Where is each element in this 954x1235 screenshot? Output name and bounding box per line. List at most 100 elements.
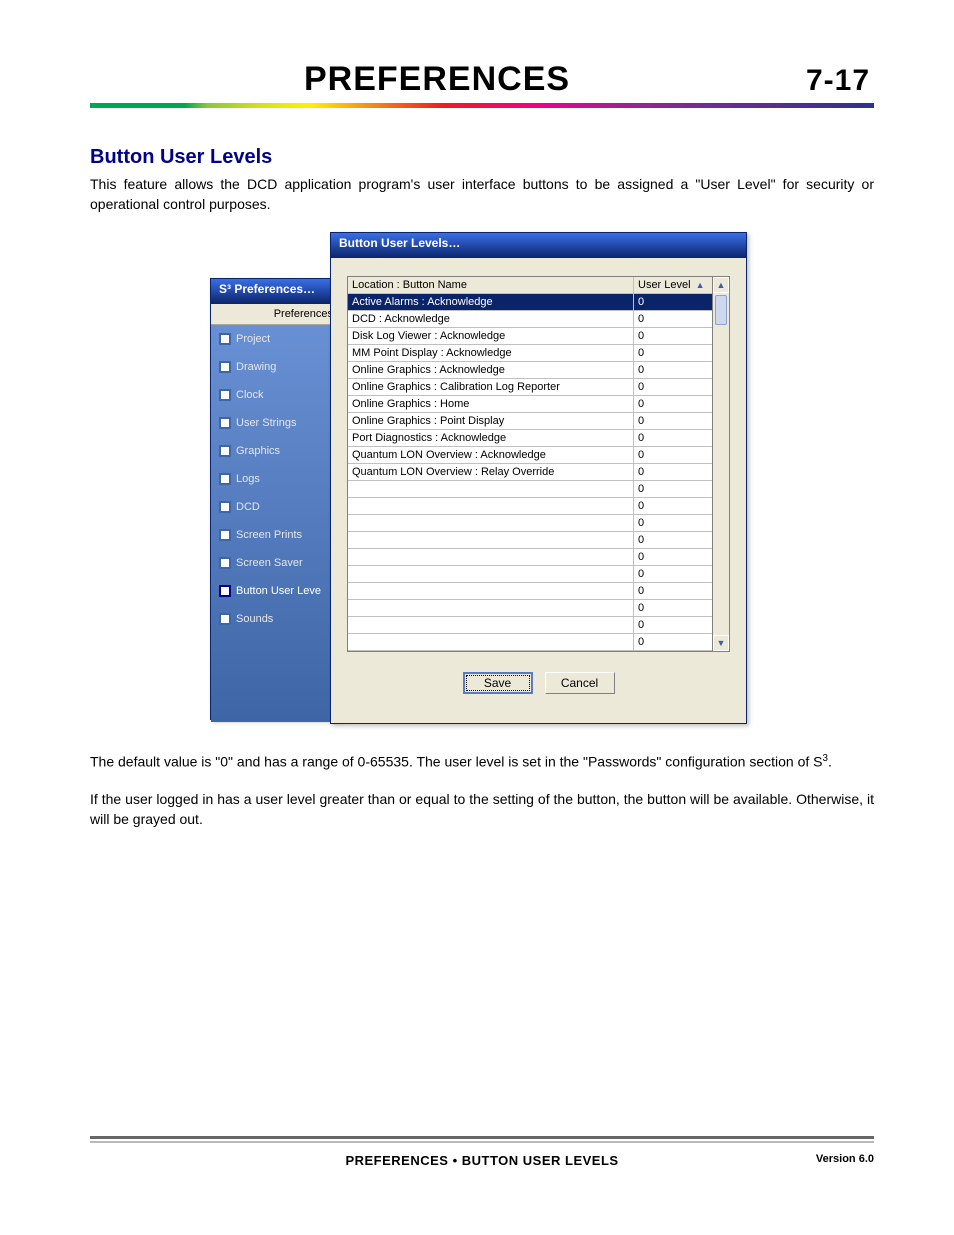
cell-user-level[interactable]: 0 — [634, 294, 712, 310]
preferences-titlebar: S³ Preferences… — [211, 279, 341, 304]
table-row[interactable]: Online Graphics : Point Display0 — [348, 413, 712, 430]
table-row[interactable]: 0 — [348, 549, 712, 566]
button-user-levels-window: Button User Levels… Location : Button Na… — [330, 232, 747, 724]
table-row[interactable]: MM Point Display : Acknowledge0 — [348, 345, 712, 362]
cell-location — [348, 515, 634, 531]
nav-item[interactable]: Logs — [211, 465, 341, 493]
intro-paragraph: This feature allows the DCD application … — [90, 175, 874, 214]
nav-item-label: Graphics — [236, 445, 280, 457]
nav-item-label: DCD — [236, 501, 260, 513]
nav-bullet-icon — [219, 333, 231, 345]
cell-user-level[interactable]: 0 — [634, 600, 712, 616]
col-user-level[interactable]: User Level ▲ — [634, 277, 712, 293]
cell-user-level[interactable]: 0 — [634, 634, 712, 650]
after-paragraph-2: If the user logged in has a user level g… — [90, 790, 874, 829]
nav-bullet-icon — [219, 389, 231, 401]
table-row[interactable]: 0 — [348, 617, 712, 634]
nav-item[interactable]: Clock — [211, 381, 341, 409]
table-row[interactable]: Active Alarms : Acknowledge0 — [348, 294, 712, 311]
scroll-thumb[interactable] — [715, 295, 727, 325]
scroll-up-button[interactable]: ▲ — [713, 277, 729, 293]
footer-rule-light — [90, 1141, 874, 1143]
nav-item-label: Screen Prints — [236, 529, 302, 541]
cell-user-level[interactable]: 0 — [634, 328, 712, 344]
cell-user-level[interactable]: 0 — [634, 566, 712, 582]
cell-user-level[interactable]: 0 — [634, 549, 712, 565]
table-row[interactable]: 0 — [348, 600, 712, 617]
nav-bullet-icon — [219, 445, 231, 457]
sort-up-icon: ▲ — [696, 280, 705, 290]
table-row[interactable]: 0 — [348, 481, 712, 498]
nav-bullet-icon — [219, 473, 231, 485]
nav-bullet-icon — [219, 557, 231, 569]
table-row[interactable]: Quantum LON Overview : Relay Override0 — [348, 464, 712, 481]
cell-location: Online Graphics : Acknowledge — [348, 362, 634, 378]
cell-user-level[interactable]: 0 — [634, 413, 712, 429]
nav-item[interactable]: Button User Leve — [211, 577, 341, 605]
document-page: PREFERENCES 7-17 Button User Levels This… — [0, 0, 954, 1235]
table-row[interactable]: Online Graphics : Calibration Log Report… — [348, 379, 712, 396]
cell-user-level[interactable]: 0 — [634, 498, 712, 514]
cell-location — [348, 600, 634, 616]
cell-user-level[interactable]: 0 — [634, 430, 712, 446]
page-header: PREFERENCES 7-17 — [90, 60, 874, 101]
table-row[interactable]: Online Graphics : Home0 — [348, 396, 712, 413]
after-p1-a: The default value is "0" and has a range… — [90, 754, 823, 770]
preferences-nav-list: Project Drawing Clock User Strings Graphics L… — [211, 325, 341, 633]
cell-user-level[interactable]: 0 — [634, 379, 712, 395]
cell-user-level[interactable]: 0 — [634, 532, 712, 548]
cell-location — [348, 634, 634, 650]
dialog-button-row: Save Cancel — [347, 672, 730, 694]
cell-user-level[interactable]: 0 — [634, 311, 712, 327]
cell-user-level[interactable]: 0 — [634, 464, 712, 480]
table-row[interactable]: 0 — [348, 532, 712, 549]
table-row[interactable]: Disk Log Viewer : Acknowledge0 — [348, 328, 712, 345]
nav-item[interactable]: Screen Prints — [211, 521, 341, 549]
nav-item[interactable]: Graphics — [211, 437, 341, 465]
cell-user-level[interactable]: 0 — [634, 515, 712, 531]
nav-item[interactable]: DCD — [211, 493, 341, 521]
table-row[interactable]: 0 — [348, 498, 712, 515]
table-row[interactable]: DCD : Acknowledge0 — [348, 311, 712, 328]
table-row[interactable]: 0 — [348, 634, 712, 651]
col-location[interactable]: Location : Button Name — [348, 277, 634, 293]
table-row[interactable]: Port Diagnostics : Acknowledge0 — [348, 430, 712, 447]
table-row[interactable]: 0 — [348, 583, 712, 600]
cell-user-level[interactable]: 0 — [634, 396, 712, 412]
vertical-scrollbar[interactable]: ▲ ▼ — [712, 277, 729, 651]
nav-item[interactable]: Drawing — [211, 353, 341, 381]
nav-item-label: Sounds — [236, 613, 273, 625]
cell-location — [348, 617, 634, 633]
nav-bullet-icon — [219, 361, 231, 373]
col-user-level-text: User Level — [638, 279, 691, 291]
header-title: PREFERENCES — [304, 60, 570, 99]
nav-item[interactable]: Project — [211, 325, 341, 353]
bul-titlebar: Button User Levels… — [331, 233, 746, 258]
cell-location: Quantum LON Overview : Relay Override — [348, 464, 634, 480]
cell-location — [348, 532, 634, 548]
cell-location: Disk Log Viewer : Acknowledge — [348, 328, 634, 344]
cell-user-level[interactable]: 0 — [634, 362, 712, 378]
nav-item-label: Drawing — [236, 361, 276, 373]
cell-location — [348, 498, 634, 514]
screenshot-composite: S³ Preferences… Preferences ProjectDrawi… — [210, 232, 745, 722]
cancel-button[interactable]: Cancel — [545, 672, 615, 694]
bul-grid-header[interactable]: Location : Button Name User Level ▲ — [348, 277, 712, 294]
cell-location — [348, 583, 634, 599]
cell-user-level[interactable]: 0 — [634, 447, 712, 463]
cell-user-level[interactable]: 0 — [634, 481, 712, 497]
table-row[interactable]: Quantum LON Overview : Acknowledge0 — [348, 447, 712, 464]
nav-item[interactable]: Sounds — [211, 605, 341, 633]
nav-item[interactable]: User Strings — [211, 409, 341, 437]
scroll-down-button[interactable]: ▼ — [713, 635, 729, 651]
table-row[interactable]: Online Graphics : Acknowledge0 — [348, 362, 712, 379]
cell-user-level[interactable]: 0 — [634, 583, 712, 599]
save-button[interactable]: Save — [463, 672, 533, 694]
cell-user-level[interactable]: 0 — [634, 345, 712, 361]
nav-item[interactable]: Screen Saver — [211, 549, 341, 577]
nav-item-label: Clock — [236, 389, 264, 401]
cell-location: Online Graphics : Calibration Log Report… — [348, 379, 634, 395]
table-row[interactable]: 0 — [348, 515, 712, 532]
table-row[interactable]: 0 — [348, 566, 712, 583]
cell-user-level[interactable]: 0 — [634, 617, 712, 633]
